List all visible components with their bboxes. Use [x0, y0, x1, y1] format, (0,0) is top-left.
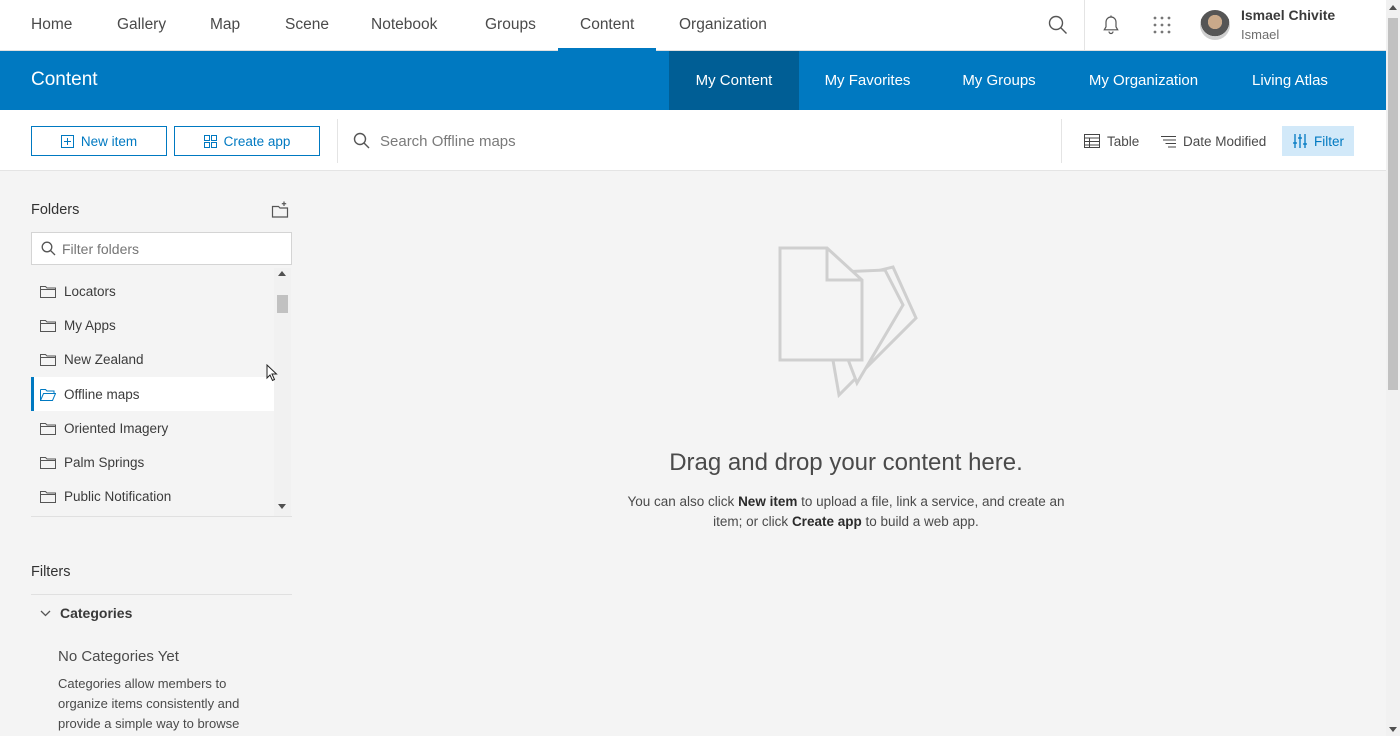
empty-state-title: Drag and drop your content here.: [669, 449, 1023, 476]
bell-icon[interactable]: [1098, 12, 1124, 38]
folder-icon: [40, 456, 56, 469]
search-icon: [353, 132, 370, 154]
top-navigation: Home Gallery Map Scene Notebook Groups C…: [0, 0, 1386, 51]
scroll-up-arrow[interactable]: [1389, 5, 1397, 10]
nav-scene[interactable]: Scene: [285, 0, 329, 50]
folder-item[interactable]: Oriented Imagery: [31, 411, 274, 445]
chevron-down-icon: [40, 610, 51, 616]
folder-icon: [40, 319, 56, 332]
folder-list-scrollbar[interactable]: [274, 268, 291, 516]
folder-filter: [31, 232, 292, 265]
create-app-button[interactable]: Create app: [174, 126, 320, 156]
tab-my-organization[interactable]: My Organization: [1080, 51, 1207, 110]
nav-home[interactable]: Home: [31, 0, 72, 50]
nav-content[interactable]: Content: [557, 0, 657, 51]
no-categories-title: No Categories Yet: [58, 648, 179, 665]
filter-label: Filter: [1314, 133, 1344, 149]
scroll-thumb[interactable]: [1388, 18, 1398, 390]
no-categories-description: Categories allow members to organize ite…: [58, 676, 240, 731]
folder-icon: [40, 353, 56, 366]
user-username: Ismael: [1241, 27, 1280, 42]
folder-label: New Zealand: [64, 351, 144, 367]
page-scrollbar[interactable]: [1386, 0, 1400, 736]
filter-icon: [1293, 134, 1307, 148]
nav-divider: [1084, 0, 1085, 50]
folder-item[interactable]: New Zealand: [31, 342, 274, 376]
create-app-label: Create app: [223, 133, 291, 149]
folder-label: Palm Springs: [64, 454, 145, 470]
new-item-label: New item: [80, 133, 138, 149]
new-item-button[interactable]: New item: [31, 126, 167, 156]
avatar[interactable]: [1200, 10, 1230, 40]
folder-label: Public Notification: [64, 488, 172, 504]
grid-icon: [203, 134, 217, 148]
tab-my-favorites[interactable]: My Favorites: [812, 51, 923, 110]
search-icon: [41, 241, 56, 261]
sort-button[interactable]: Date Modified: [1161, 126, 1266, 156]
mouse-cursor-icon: [266, 363, 278, 387]
documents-icon: [775, 245, 920, 405]
content-toolbar: New item Create app Table Date Modified …: [0, 110, 1386, 171]
divider: [31, 594, 292, 595]
scroll-thumb[interactable]: [277, 295, 288, 313]
tab-my-groups[interactable]: My Groups: [950, 51, 1048, 110]
folder-icon: [40, 285, 56, 298]
folder-item[interactable]: My Apps: [31, 308, 274, 342]
folder-label: Offline maps: [64, 386, 140, 402]
folder-list: Locators My Apps New Zealand Offline map…: [31, 268, 274, 516]
tab-living-atlas[interactable]: Living Atlas: [1240, 51, 1340, 110]
user-name[interactable]: Ismael Chivite: [1241, 7, 1335, 23]
categories-toggle[interactable]: Categories: [31, 600, 292, 626]
folder-label: Locators: [64, 283, 116, 299]
apps-grid-icon[interactable]: [1149, 12, 1175, 38]
desc-text: to build a web app.: [861, 514, 979, 529]
folder-icon: [40, 490, 56, 503]
folders-title: Folders: [31, 202, 80, 218]
toolbar-divider: [337, 119, 338, 163]
folder-item[interactable]: Public Notification: [31, 479, 274, 513]
sort-label: Date Modified: [1183, 133, 1267, 149]
table-icon: [1084, 134, 1100, 148]
scroll-down-arrow[interactable]: [278, 504, 286, 509]
sort-icon: [1161, 135, 1176, 147]
scroll-up-arrow[interactable]: [278, 271, 286, 276]
folder-icon: [40, 422, 56, 435]
nav-gallery[interactable]: Gallery: [117, 0, 166, 50]
folder-item-selected[interactable]: Offline maps: [31, 377, 274, 411]
search-input[interactable]: [380, 126, 980, 156]
nav-groups[interactable]: Groups: [485, 0, 536, 50]
desc-text: You can also click: [627, 494, 739, 509]
empty-state-description: You can also click New item to upload a …: [620, 492, 1072, 532]
desc-new-item: New item: [738, 494, 798, 509]
filters-title: Filters: [31, 564, 71, 580]
table-label: Table: [1107, 133, 1140, 149]
tab-my-content[interactable]: My Content: [669, 51, 799, 110]
filter-folders-input[interactable]: [62, 239, 282, 259]
nav-map[interactable]: Map: [210, 0, 240, 50]
filter-button[interactable]: Filter: [1282, 126, 1354, 156]
table-view-button[interactable]: Table: [1084, 126, 1139, 156]
folder-label: Oriented Imagery: [64, 420, 169, 436]
content-header: Content My Content My Favorites My Group…: [0, 51, 1386, 110]
categories-label: Categories: [60, 605, 133, 621]
folder-item[interactable]: Locators: [31, 274, 274, 308]
toolbar-divider: [1061, 119, 1062, 163]
nav-organization[interactable]: Organization: [679, 0, 767, 50]
scroll-down-arrow[interactable]: [1389, 727, 1397, 732]
divider: [31, 516, 292, 517]
plus-square-icon: [60, 134, 74, 148]
new-folder-icon[interactable]: [271, 201, 289, 219]
nav-notebook[interactable]: Notebook: [371, 0, 437, 50]
page-title: Content: [31, 69, 98, 90]
folder-label: My Apps: [64, 317, 116, 333]
folder-open-icon: [40, 388, 56, 401]
desc-create-app: Create app: [791, 514, 862, 529]
folder-item[interactable]: Palm Springs: [31, 445, 274, 479]
search-icon[interactable]: [1045, 12, 1071, 38]
